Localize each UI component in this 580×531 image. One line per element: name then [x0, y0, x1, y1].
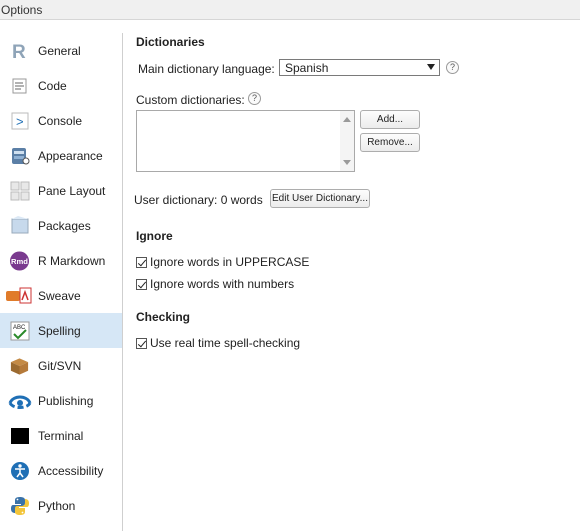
scroll-down-icon[interactable] — [343, 160, 351, 165]
sidebar-item-label: Publishing — [38, 394, 94, 408]
sidebar-item-terminal[interactable]: Terminal — [0, 418, 122, 453]
sidebar-item-r-markdown[interactable]: Rmd R Markdown — [0, 243, 122, 278]
window-title: Options — [1, 3, 43, 17]
help-icon[interactable]: ? — [248, 92, 261, 105]
ignore-uppercase-label: Ignore words in UPPERCASE — [150, 255, 310, 269]
sidebar-item-label: Console — [38, 114, 83, 128]
accessibility-icon — [9, 461, 30, 481]
sidebar-item-label: Appearance — [38, 149, 103, 163]
main-language-select[interactable]: Spanish — [279, 59, 440, 76]
main-language-label: Main dictionary language: — [138, 62, 275, 76]
sidebar-item-spelling[interactable]: ABC Spelling — [0, 313, 122, 348]
pane-layout-icon — [9, 181, 30, 201]
terminal-icon — [9, 426, 30, 446]
sidebar-item-label: Sweave — [38, 289, 81, 303]
python-icon — [9, 496, 30, 516]
sidebar-item-publishing[interactable]: Publishing — [0, 383, 122, 418]
ignore-heading: Ignore — [136, 229, 173, 243]
sidebar-item-label: R Markdown — [38, 254, 106, 268]
sidebar-item-label: Python — [38, 499, 76, 513]
packages-icon — [9, 216, 30, 236]
edit-user-dictionary-button[interactable]: Edit User Dictionary... — [270, 189, 370, 208]
sidebar-item-general[interactable]: R General — [0, 33, 122, 68]
git-icon — [9, 356, 30, 376]
sidebar-item-appearance[interactable]: Appearance — [0, 138, 122, 173]
realtime-spellcheck-checkbox[interactable] — [136, 338, 147, 349]
ignore-numbers-label: Ignore words with numbers — [150, 277, 295, 291]
window-titlebar: Options — [0, 0, 580, 20]
code-icon — [9, 76, 30, 96]
appearance-icon — [9, 146, 30, 166]
chevron-down-icon — [427, 64, 435, 70]
sidebar-item-git-svn[interactable]: Git/SVN — [0, 348, 122, 383]
ignore-uppercase-checkbox[interactable] — [136, 257, 147, 268]
scrollbar[interactable] — [340, 111, 354, 171]
sidebar-item-sweave[interactable]: Sweave — [0, 278, 122, 313]
sidebar-item-console[interactable]: > Console — [0, 103, 122, 138]
options-sidebar: R General Code > Console Appearance Pane… — [0, 33, 123, 531]
sidebar-item-label: Packages — [38, 219, 91, 233]
svg-text:>: > — [16, 114, 24, 129]
sidebar-item-label: Code — [38, 79, 67, 93]
sidebar-item-packages[interactable]: Packages — [0, 208, 122, 243]
publishing-icon — [7, 391, 33, 411]
ignore-numbers-checkbox[interactable] — [136, 279, 147, 290]
rmd-badge-text: Rmd — [11, 257, 28, 266]
checking-heading: Checking — [136, 310, 191, 324]
custom-dictionaries-label: Custom dictionaries: — [136, 93, 245, 107]
dictionaries-heading: Dictionaries — [136, 35, 205, 49]
sidebar-item-label: Git/SVN — [38, 359, 82, 373]
sidebar-item-label: General — [38, 44, 81, 58]
remove-dictionary-button[interactable]: Remove... — [360, 133, 420, 152]
sidebar-item-code[interactable]: Code — [0, 68, 122, 103]
spelling-badge-text: ABC — [13, 325, 26, 331]
sidebar-item-accessibility[interactable]: Accessibility — [0, 453, 122, 488]
custom-dictionaries-list[interactable] — [136, 110, 355, 172]
scroll-up-icon[interactable] — [343, 117, 351, 122]
sidebar-item-label: Terminal — [38, 429, 84, 443]
realtime-spellcheck-label: Use real time spell-checking — [150, 336, 301, 350]
r-logo-icon: R — [9, 41, 30, 61]
sidebar-item-label: Pane Layout — [38, 184, 106, 198]
sidebar-item-label: Accessibility — [38, 464, 104, 478]
sweave-icon — [6, 286, 34, 306]
spelling-icon: ABC — [9, 321, 30, 341]
user-dictionary-label: User dictionary: 0 words — [134, 193, 263, 207]
add-dictionary-button[interactable]: Add... — [360, 110, 420, 129]
rmarkdown-icon: Rmd — [9, 251, 30, 271]
sidebar-item-label: Spelling — [38, 324, 81, 338]
sidebar-item-python[interactable]: Python — [0, 488, 122, 523]
sidebar-item-pane-layout[interactable]: Pane Layout — [0, 173, 122, 208]
spelling-panel: Dictionaries Main dictionary language: S… — [123, 20, 580, 531]
main-language-value: Spanish — [285, 61, 329, 75]
console-icon: > — [9, 111, 30, 131]
svg-text:R: R — [12, 42, 26, 61]
help-icon[interactable]: ? — [446, 61, 459, 74]
